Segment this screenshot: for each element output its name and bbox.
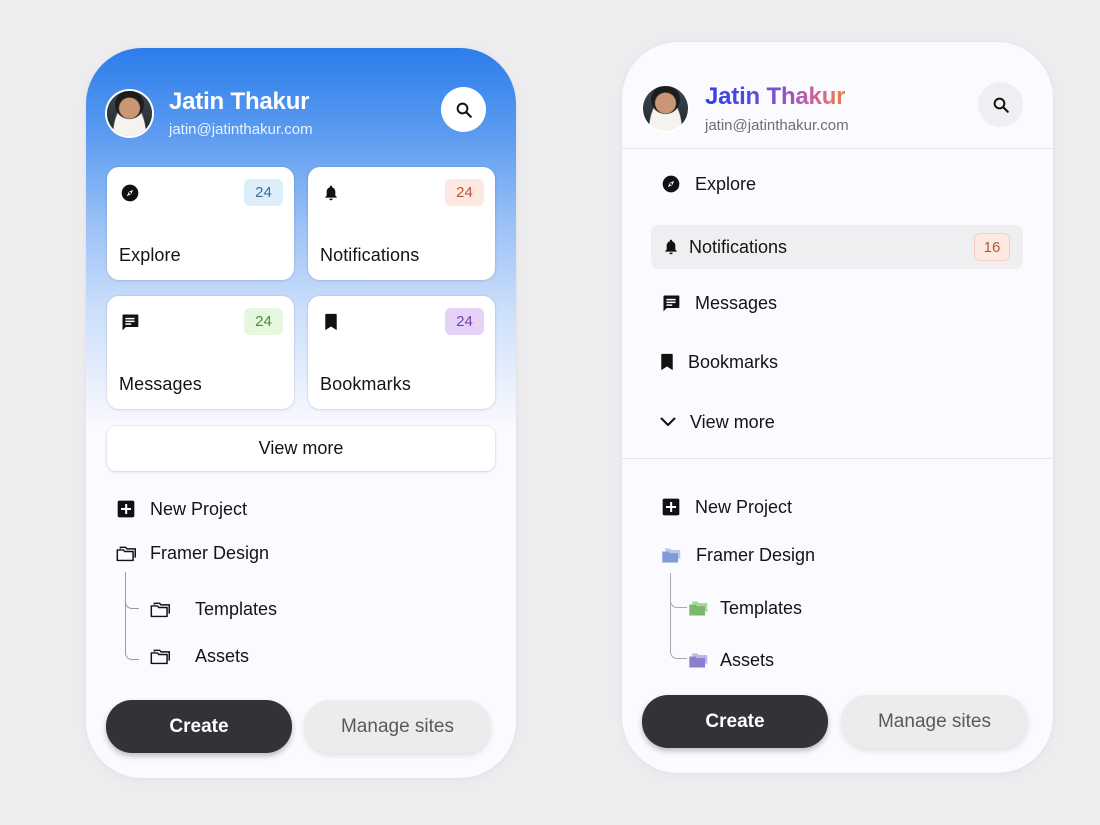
compass-icon xyxy=(119,182,141,204)
profile-email: jatin@jatinthakur.com xyxy=(169,121,313,138)
bookmark-icon xyxy=(656,351,678,373)
nav-item-notifications[interactable]: Notifications 16 xyxy=(651,225,1023,269)
message-icon xyxy=(660,292,682,314)
folder-framer-design[interactable]: Framer Design xyxy=(115,542,269,564)
folder-icon xyxy=(687,597,709,619)
folder-label: Assets xyxy=(720,649,775,670)
folder-icon xyxy=(687,649,709,671)
tile-explore[interactable]: 24 Explore xyxy=(107,167,294,280)
count-badge: 16 xyxy=(974,233,1010,261)
nav-item-label: Notifications xyxy=(689,236,788,257)
search-button[interactable] xyxy=(978,82,1023,127)
divider xyxy=(622,458,1053,459)
nav-item-bookmarks[interactable]: Bookmarks xyxy=(656,351,778,373)
count-badge: 24 xyxy=(445,308,484,335)
new-project-item[interactable]: New Project xyxy=(660,496,792,518)
tree-connector xyxy=(125,572,139,660)
new-project-item[interactable]: New Project xyxy=(115,498,247,520)
profile-name: Jatin Thakur xyxy=(169,88,310,115)
view-more-button[interactable]: View more xyxy=(657,411,775,433)
divider xyxy=(622,148,1053,149)
search-icon xyxy=(993,97,1009,113)
bell-icon xyxy=(320,182,342,204)
folder-label: Templates xyxy=(720,597,803,618)
manage-sites-button[interactable]: Manage sites xyxy=(841,695,1028,748)
tile-label: Explore xyxy=(119,245,181,265)
nav-item-label: Explore xyxy=(695,173,757,194)
create-button[interactable]: Create xyxy=(642,695,828,748)
count-badge: 24 xyxy=(244,179,283,206)
folder-label: Framer Design xyxy=(150,542,270,563)
view-more-button[interactable]: View more xyxy=(107,426,495,471)
new-project-label: New Project xyxy=(150,498,248,519)
nav-item-explore[interactable]: Explore xyxy=(660,173,756,195)
folder-framer-design[interactable]: Framer Design xyxy=(660,544,815,566)
manage-sites-button[interactable]: Manage sites xyxy=(304,700,491,753)
tile-bookmarks[interactable]: 24 Bookmarks xyxy=(308,296,495,409)
tile-messages[interactable]: 24 Messages xyxy=(107,296,294,409)
folder-icon xyxy=(660,544,682,566)
folder-icon xyxy=(149,645,171,667)
avatar[interactable] xyxy=(107,91,152,136)
tile-label: Notifications xyxy=(320,245,420,265)
count-badge: 24 xyxy=(445,179,484,206)
folder-label: Templates xyxy=(195,598,278,619)
plus-square-icon xyxy=(660,496,682,518)
chevron-down-icon xyxy=(657,411,679,433)
folder-templates[interactable]: Templates xyxy=(149,598,277,620)
nav-item-messages[interactable]: Messages xyxy=(660,292,777,314)
bell-icon xyxy=(660,236,682,258)
profile-menu-card-gradient: Jatin Thakur jatin@jatinthakur.com 24 Ex… xyxy=(86,48,516,778)
compass-icon xyxy=(660,173,682,195)
bookmark-icon xyxy=(320,311,342,333)
folder-label: Assets xyxy=(195,645,250,666)
folder-label: Framer Design xyxy=(696,544,816,565)
tree-connector xyxy=(670,573,687,659)
avatar[interactable] xyxy=(643,86,688,131)
search-icon xyxy=(456,102,472,118)
profile-email: jatin@jatinthakur.com xyxy=(705,117,849,134)
profile-menu-card-light: Jatin Thakur jatin@jatinthakur.com Explo… xyxy=(622,42,1053,773)
folder-assets[interactable]: Assets xyxy=(149,645,249,667)
tile-notifications[interactable]: 24 Notifications xyxy=(308,167,495,280)
tile-label: Messages xyxy=(119,374,202,394)
tile-label: Bookmarks xyxy=(320,374,411,394)
search-button[interactable] xyxy=(441,87,486,132)
folder-icon xyxy=(149,598,171,620)
folder-icon xyxy=(115,542,137,564)
nav-item-label: Messages xyxy=(695,292,778,313)
message-icon xyxy=(119,311,141,333)
new-project-label: New Project xyxy=(695,496,793,517)
plus-square-icon xyxy=(115,498,137,520)
create-button[interactable]: Create xyxy=(106,700,292,753)
nav-item-label: View more xyxy=(690,411,775,432)
count-badge: 24 xyxy=(244,308,283,335)
nav-item-label: Bookmarks xyxy=(688,351,779,372)
folder-templates[interactable]: Templates xyxy=(687,597,802,619)
profile-name: Jatin Thakur xyxy=(705,83,846,110)
folder-assets[interactable]: Assets xyxy=(687,649,774,671)
